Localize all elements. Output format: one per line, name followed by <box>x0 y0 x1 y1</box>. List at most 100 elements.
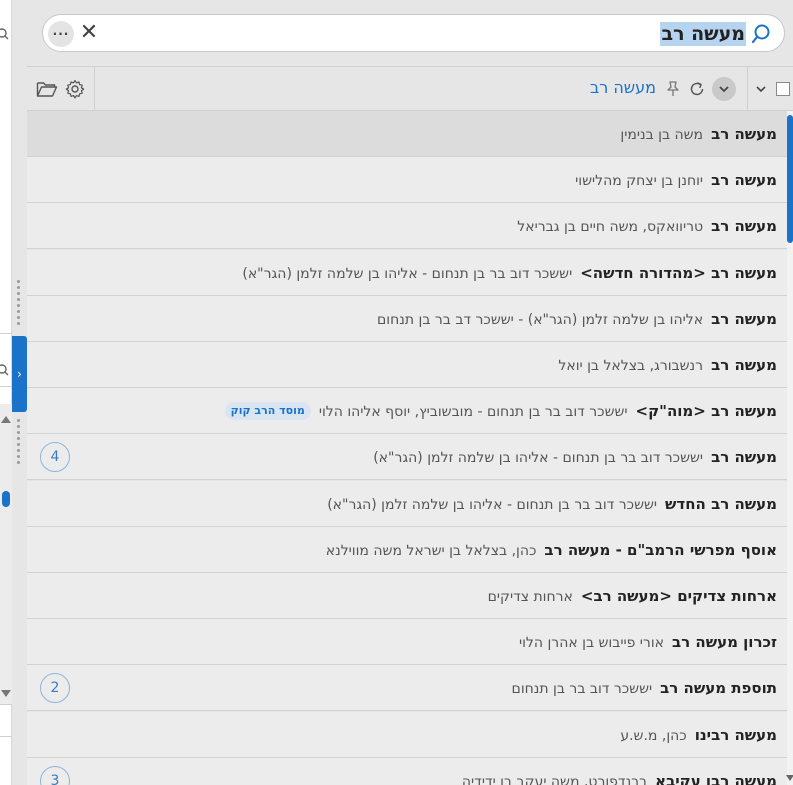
book-author: אורי פייבוש בן אהרן הלוי <box>518 635 665 652</box>
result-row[interactable]: מעשה רב אליהו בן שלמה זלמן (הגר"א) - יששכ… <box>27 295 787 342</box>
more-options-button[interactable]: ··· <box>48 21 74 47</box>
result-row[interactable]: מעשה רבן עקיבא ברנדפורט, משה יעקב בן ידיד… <box>27 757 787 785</box>
result-row[interactable]: זכרון מעשה רב אורי פייבוש בן אהרן הלוי <box>27 619 787 666</box>
result-text: מעשה רב משה בן בנימין <box>620 111 777 157</box>
book-title: ארחות צדיקים <מעשה רב> <box>580 587 777 605</box>
search-input[interactable]: מעשה רב <box>660 22 746 46</box>
result-text: מעשה רב טריוואקס, משה חיים בן גבריאל <box>517 203 777 249</box>
scrollbar-thumb[interactable] <box>787 115 793 243</box>
toolbar-actions <box>27 67 95 111</box>
book-title: מעשה רב <מוה"ק> <box>635 402 777 421</box>
book-author: יששכר דוב בר בן תנחום - אליהו בן שלמה זל… <box>373 450 704 467</box>
search-icon <box>0 362 12 378</box>
book-author: משה בן בנימין <box>620 127 704 143</box>
scroll-up-arrow-icon[interactable] <box>1 416 11 423</box>
open-folder-icon[interactable] <box>36 79 58 99</box>
book-author: כהן, מ.ש.ע <box>620 727 687 744</box>
search-icon[interactable] <box>752 22 776 46</box>
tab-search-results[interactable]: מעשה רב <box>590 78 656 97</box>
book-title: מעשה רב <box>711 125 777 143</box>
chevron-right-icon: › <box>17 367 22 381</box>
book-author: רנשבורג, בצלאל בן יואל <box>558 358 704 374</box>
resize-grip-icon[interactable] <box>17 280 21 325</box>
scroll-down-arrow-icon[interactable] <box>1 690 11 697</box>
publisher-badge: מוסד הרב קוק <box>224 402 311 421</box>
pin-icon[interactable] <box>665 80 681 98</box>
book-author: ברנדפורט, משה יעקב בן ידידיה <box>461 773 648 785</box>
result-row[interactable]: מעשה רב <מהדורה חדשה> יששכר דוב בר בן תנח… <box>27 249 787 296</box>
chevron-down-icon <box>719 86 729 93</box>
book-title: מעשה רבינו <box>694 725 777 744</box>
result-row[interactable]: ארחות צדיקים <מעשה רב> ארחות צדיקים <box>27 573 787 619</box>
book-author: טריוואקס, משה חיים בן גבריאל <box>517 219 704 236</box>
search-results-panel: ··· ✕ מעשה רב מעשה רב מעשה רבמשה בן בנימ… <box>27 0 793 785</box>
book-title: מעשה רב <מהדורה חדשה> <box>580 263 777 282</box>
result-row[interactable]: מעשה רב יוחנן בן יצחק מהלישוי <box>27 157 787 204</box>
result-text: מעשה רב יששכר דוב בר בן תנחום - אליהו בן … <box>373 434 777 480</box>
editions-count-badge[interactable]: 3 <box>40 765 70 785</box>
book-author: יששכר דוב בר בן תנחום - אליהו בן שלמה זל… <box>327 496 658 513</box>
editions-count-badge[interactable]: 4 <box>40 442 70 473</box>
resize-grip-icon[interactable] <box>17 419 21 464</box>
divider <box>0 333 12 334</box>
result-text: מעשה רבן עקיבא ברנדפורט, משה יעקב בן ידיד… <box>462 758 777 785</box>
divider <box>0 704 12 705</box>
refresh-icon[interactable] <box>688 80 706 98</box>
scrollbar-track[interactable] <box>0 404 12 704</box>
book-title: תוספת מעשה רב <box>660 679 777 698</box>
search-box[interactable]: ··· ✕ מעשה רב <box>42 14 785 52</box>
book-title: אוסף מפרשי הרמב"ם - מעשה רב <box>544 540 777 559</box>
result-text: מעשה רב <מהדורה חדשה> יששכר דוב בר בן תנח… <box>242 250 777 296</box>
book-author: יששכר דוב בר בן תנחום - מובשוביץ, יוסף א… <box>318 404 628 421</box>
result-text: מעשה רבינו כהן, מ.ש.ע <box>620 712 777 758</box>
results-list: מעשה רב משה בן בנימין מעשה רב יוחנן בן יצחק… <box>27 111 787 785</box>
result-row[interactable]: אוסף מפרשי הרמב"ם - מעשה רב כהן, בצלאל בן… <box>27 526 787 573</box>
results-scrollbar[interactable] <box>786 111 793 785</box>
book-title: מעשה רב <box>711 356 777 374</box>
result-text: מעשה רב אליהו בן שלמה זלמן (הגר"א) - יששכ… <box>377 296 777 342</box>
book-title: מעשה רבן עקיבא <box>655 771 777 785</box>
book-author: יששכר דוב בר בן תנחום <box>511 681 653 698</box>
result-row[interactable]: מעשה רב <מוה"ק> יששכר דוב בר בן תנחום - מ… <box>27 388 787 435</box>
search-bar-row: ··· ✕ מעשה רב <box>27 0 793 66</box>
result-row[interactable]: מעשה רב רנשבורג, בצלאל בן יואל <box>27 342 787 388</box>
divider <box>747 67 748 111</box>
result-text: ארחות צדיקים <מעשה רב> ארחות צדיקים <box>488 573 777 619</box>
book-author: כהן, בצלאל בן ישראל משה מווילנא <box>325 542 537 559</box>
scroll-down-arrow-icon[interactable] <box>786 775 793 781</box>
result-text: זכרון מעשה רב אורי פייבוש בן אהרן הלוי <box>519 619 777 665</box>
search-icon <box>0 26 12 42</box>
book-title: מעשה רב <box>711 309 777 328</box>
result-row[interactable]: מעשה רב יששכר דוב בר בן תנחום - אליהו בן … <box>27 434 787 481</box>
results-toolbar: מעשה רב <box>27 66 793 111</box>
select-all-checkbox[interactable] <box>776 82 790 96</box>
collapse-panel-tab[interactable]: › <box>12 336 27 412</box>
result-text: מעשה רב <מוה"ק> יששכר דוב בר בן תנחום - מ… <box>224 388 777 434</box>
book-author: אליהו בן שלמה זלמן (הגר"א) - יששכר דב בר… <box>377 311 704 328</box>
book-title: מעשה רב <box>711 171 777 190</box>
book-author: יששכר דוב בר בן תנחום - אליהו בן שלמה זל… <box>242 265 573 282</box>
result-row[interactable]: מעשה רב טריוואקס, משה חיים בן גבריאל <box>27 203 787 250</box>
divider <box>0 386 12 387</box>
result-row[interactable]: מעשה רב משה בן בנימין <box>27 111 787 157</box>
left-background-panel <box>0 0 12 785</box>
divider <box>0 736 12 737</box>
editions-count-badge[interactable]: 2 <box>40 673 70 704</box>
book-author: יוחנן בן יצחק מהלישוי <box>575 173 704 190</box>
result-row[interactable]: תוספת מעשה רב יששכר דוב בר בן תנחום 2 <box>27 665 787 712</box>
settings-gear-icon[interactable] <box>65 79 85 99</box>
expand-options-button[interactable] <box>712 77 736 101</box>
chevron-down-icon[interactable] <box>754 82 768 96</box>
result-row[interactable]: מעשה רבינו כהן, מ.ש.ע <box>27 711 787 758</box>
book-title: מעשה רב החדש <box>665 494 777 513</box>
result-row[interactable]: מעשה רב החדש יששכר דוב בר בן תנחום - אליה… <box>27 480 787 527</box>
book-title: מעשה רב <box>711 448 777 467</box>
scrollbar-thumb[interactable] <box>2 491 10 507</box>
book-author: ארחות צדיקים <box>487 589 573 605</box>
result-text: מעשה רב החדש יששכר דוב בר בן תנחום - אליה… <box>327 481 777 527</box>
clear-search-button[interactable]: ✕ <box>79 20 99 46</box>
result-text: תוספת מעשה רב יששכר דוב בר בן תנחום <box>512 665 777 711</box>
book-title: זכרון מעשה רב <box>672 633 777 652</box>
result-text: מעשה רב יוחנן בן יצחק מהלישוי <box>575 157 777 203</box>
result-text: מעשה רב רנשבורג, בצלאל בן יואל <box>558 342 777 388</box>
